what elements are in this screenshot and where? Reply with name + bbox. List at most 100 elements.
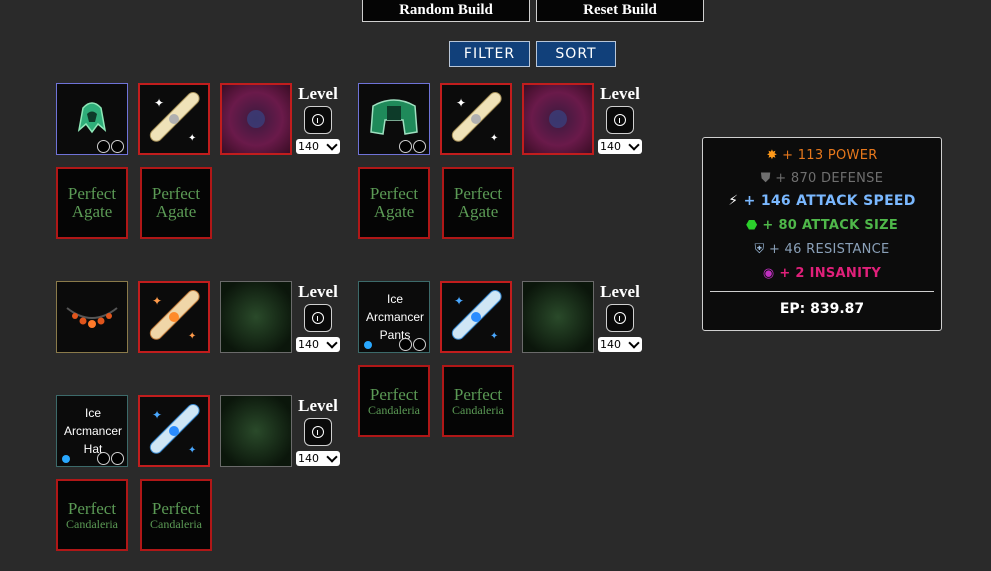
stat-resistance: ⛨ + 46 RESISTANCE <box>754 242 890 257</box>
svg-text:✦: ✦ <box>152 294 162 308</box>
gem-slot[interactable]: Perfect Agate <box>56 167 128 239</box>
svg-text:✦: ✦ <box>490 133 498 144</box>
ep-value: EP: 839.87 <box>779 301 865 317</box>
chevron-down-icon <box>326 139 338 151</box>
svg-text:✦: ✦ <box>454 294 464 308</box>
chevron-down-icon <box>326 451 338 463</box>
socket-1-icon <box>97 140 110 153</box>
info-icon <box>614 114 626 126</box>
svg-text:✦: ✦ <box>490 331 498 342</box>
svg-text:✦: ✦ <box>456 96 466 110</box>
socket-1-icon <box>399 338 412 351</box>
rune-slot-4[interactable] <box>522 281 594 353</box>
pants-name: Ice Arcmancer Pants <box>365 292 424 342</box>
level-label: Level <box>600 282 640 301</box>
scroll-slot-3[interactable]: ✦ ✦ <box>138 281 210 353</box>
svg-text:✦: ✦ <box>188 133 196 144</box>
info-button[interactable] <box>304 304 332 332</box>
shield-icon: ⛊ <box>760 171 771 186</box>
socket-1-icon <box>399 140 412 153</box>
speed-icon: ⚡ <box>728 193 739 209</box>
stat-insanity: ◉ + 2 INSANITY <box>762 266 882 281</box>
svg-text:✦: ✦ <box>188 445 196 456</box>
random-build-button[interactable]: Random Build <box>362 0 530 22</box>
rarity-dot-icon <box>364 341 372 349</box>
stat-power: ✸ + 113 POWER <box>766 148 878 163</box>
socket-1-icon <box>97 452 110 465</box>
rarity-dot-icon <box>62 455 70 463</box>
gem-slot[interactable]: Perfect Candaleria <box>358 365 430 437</box>
helmet-slot[interactable] <box>56 83 128 155</box>
level-select[interactable]: 140 <box>296 451 340 466</box>
size-icon: ⬣ <box>745 218 758 233</box>
svg-text:✦: ✦ <box>188 331 196 342</box>
socket-2-icon <box>111 452 124 465</box>
sort-button[interactable]: SORT <box>536 41 616 67</box>
scroll-icon: ✦ ✦ <box>149 91 200 144</box>
level-control-3: Level <box>295 282 341 302</box>
gem-slot[interactable]: Perfect Agate <box>442 167 514 239</box>
gem-slot[interactable]: Perfect Candaleria <box>56 479 128 551</box>
level-control-2: Level <box>597 84 643 104</box>
rune-slot-5[interactable] <box>220 395 292 467</box>
scroll-icon: ✦ ✦ <box>149 403 200 456</box>
rune-slot-3[interactable] <box>220 281 292 353</box>
hat-name: Ice Arcmancer Hat <box>63 406 122 456</box>
level-select[interactable]: 140 <box>296 139 340 154</box>
socket-2-icon <box>413 338 426 351</box>
info-button[interactable] <box>606 106 634 134</box>
info-icon <box>312 426 324 438</box>
svg-text:✦: ✦ <box>152 408 162 422</box>
info-icon <box>312 312 324 324</box>
rune-slot-1[interactable] <box>220 83 292 155</box>
reset-build-button[interactable]: Reset Build <box>536 0 704 22</box>
resistance-icon: ⛨ <box>754 242 765 257</box>
scroll-icon: ✦ ✦ <box>451 91 502 144</box>
stats-panel: ✸ + 113 POWER ⛊ + 870 DEFENSE ⚡ + 146 AT… <box>702 137 942 331</box>
level-label: Level <box>298 282 338 301</box>
divider <box>710 291 934 292</box>
hat-slot[interactable]: Ice Arcmancer Hat <box>56 395 128 467</box>
chevron-down-icon <box>628 139 640 151</box>
scroll-slot-2[interactable]: ✦ ✦ <box>440 83 512 155</box>
scroll-slot-1[interactable]: ✦ ✦ <box>138 83 210 155</box>
svg-text:✦: ✦ <box>154 96 164 110</box>
rune-slot-2[interactable] <box>522 83 594 155</box>
info-icon <box>312 114 324 126</box>
level-control-1: Level <box>295 84 341 104</box>
level-label: Level <box>600 84 640 103</box>
orb-icon <box>549 110 567 128</box>
level-select[interactable]: 140 <box>296 337 340 352</box>
gem-slot[interactable]: Perfect Candaleria <box>140 479 212 551</box>
socket-2-icon <box>111 140 124 153</box>
scroll-slot-4[interactable]: ✦ ✦ <box>440 281 512 353</box>
scroll-icon: ✦ ✦ <box>149 289 200 342</box>
gem-slot[interactable]: Perfect Agate <box>140 167 212 239</box>
level-control-4: Level <box>597 282 643 302</box>
stat-attack-size: ⬣ + 80 ATTACK SIZE <box>745 218 899 233</box>
necklace-slot[interactable] <box>56 281 128 353</box>
pants-slot[interactable]: Ice Arcmancer Pants <box>358 281 430 353</box>
gem-slot[interactable]: Perfect Candaleria <box>442 365 514 437</box>
info-button[interactable] <box>606 304 634 332</box>
level-label: Level <box>298 396 338 415</box>
scroll-slot-5[interactable]: ✦ ✦ <box>138 395 210 467</box>
info-button[interactable] <box>304 418 332 446</box>
chevron-down-icon <box>326 337 338 349</box>
level-label: Level <box>298 84 338 103</box>
stat-attack-speed: ⚡ + 146 ATTACK SPEED <box>728 193 916 209</box>
gem-slot[interactable]: Perfect Agate <box>358 167 430 239</box>
eye-icon: ◉ <box>762 266 775 281</box>
level-select[interactable]: 140 <box>598 337 642 352</box>
info-icon <box>614 312 626 324</box>
necklace-icon <box>66 307 118 328</box>
level-select[interactable]: 140 <box>598 139 642 154</box>
scroll-icon: ✦ ✦ <box>451 289 502 342</box>
orb-icon <box>247 110 265 128</box>
power-icon: ✸ <box>766 148 778 163</box>
info-button[interactable] <box>304 106 332 134</box>
armor-slot[interactable] <box>358 83 430 155</box>
stat-defense: ⛊ + 870 DEFENSE <box>760 171 884 186</box>
level-control-5: Level <box>295 396 341 416</box>
filter-button[interactable]: FILTER <box>449 41 530 67</box>
